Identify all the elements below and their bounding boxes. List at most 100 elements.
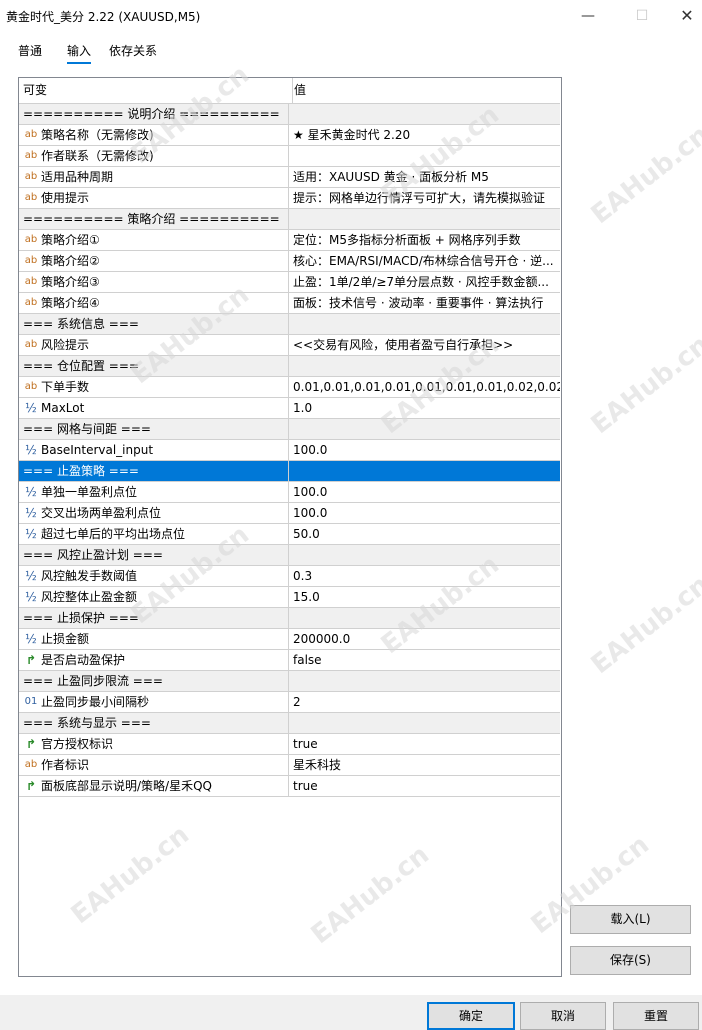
parameter-value-cell[interactable]: [289, 419, 560, 439]
parameter-row[interactable]: ab 下单手数 0.01,0.01,0.01,0.01,0.01,0.01,0.01…: [19, 377, 560, 398]
parameter-row[interactable]: ab 使用提示 提示：网格单边行情浮亏可扩大，请先模拟验证: [19, 188, 560, 209]
parameter-row[interactable]: ½ 单独一单盈利点位 100.0: [19, 482, 560, 503]
parameter-value-cell[interactable]: <<交易有风险，使用者盈亏自行承担>>: [289, 335, 560, 355]
section-row[interactable]: ========== 说明介绍 ==========: [19, 104, 560, 125]
parameter-value-cell[interactable]: [289, 671, 560, 691]
parameter-row[interactable]: ab 作者联系（无需修改): [19, 146, 560, 167]
parameter-value-cell[interactable]: 面板：技术信号 · 波动率 · 重要事件 · 算法执行: [289, 293, 560, 313]
section-row[interactable]: === 系统信息 ===: [19, 314, 560, 335]
parameter-value-cell[interactable]: [289, 356, 560, 376]
parameter-name-cell[interactable]: ½ MaxLot: [19, 398, 289, 418]
parameter-name-cell[interactable]: ½ 风控触发手数阈值: [19, 566, 289, 586]
parameter-row[interactable]: ½ 超过七单后的平均出场点位 50.0: [19, 524, 560, 545]
parameter-name-cell[interactable]: ab 策略介绍④: [19, 293, 289, 313]
parameter-value[interactable]: 核心：EMA/RSI/MACD/布林综合信号开仓 · 逆...: [293, 251, 554, 271]
parameter-value-cell[interactable]: 2: [289, 692, 560, 712]
section-row[interactable]: === 风控止盈计划 ===: [19, 545, 560, 566]
parameter-name-cell[interactable]: ========== 说明介绍 ==========: [19, 104, 289, 124]
parameter-name-cell[interactable]: 01 止盈同步最小间隔秒: [19, 692, 289, 712]
parameter-value-cell[interactable]: ★ 星禾黄金时代 2.20: [289, 125, 560, 145]
minimize-icon[interactable]: —: [565, 0, 611, 32]
parameter-value[interactable]: 0.3: [293, 566, 312, 586]
tab-general[interactable]: 普通: [18, 42, 42, 59]
parameter-row[interactable]: ab 适用品种周期 适用：XAUUSD 黄金 · 面板分析 M5: [19, 167, 560, 188]
parameter-value[interactable]: 100.0: [293, 482, 327, 502]
parameter-value-cell[interactable]: [289, 461, 560, 481]
column-header-value[interactable]: 值: [289, 78, 561, 103]
parameter-name-cell[interactable]: === 网格与间距 ===: [19, 419, 289, 439]
tab-dependencies[interactable]: 依存关系: [109, 42, 157, 59]
parameter-name-cell[interactable]: ab 使用提示: [19, 188, 289, 208]
parameter-value[interactable]: 提示：网格单边行情浮亏可扩大，请先模拟验证: [293, 188, 545, 208]
parameter-value-cell[interactable]: 100.0: [289, 440, 560, 460]
parameter-value[interactable]: 适用：XAUUSD 黄金 · 面板分析 M5: [293, 167, 489, 187]
parameter-value-cell[interactable]: 止盈：1单/2单/≥7单分层点数 · 风控手数金额...: [289, 272, 560, 292]
parameter-value-cell[interactable]: [289, 314, 560, 334]
parameter-value[interactable]: 50.0: [293, 524, 320, 544]
parameter-name-cell[interactable]: ½ 止损金额: [19, 629, 289, 649]
parameter-value-cell[interactable]: 0.3: [289, 566, 560, 586]
parameter-row[interactable]: ab 策略介绍② 核心：EMA/RSI/MACD/布林综合信号开仓 · 逆...: [19, 251, 560, 272]
parameter-value-cell[interactable]: 15.0: [289, 587, 560, 607]
load-button[interactable]: 载入(L): [570, 905, 691, 934]
parameter-name-cell[interactable]: ½ 交叉出场两单盈利点位: [19, 503, 289, 523]
parameter-name-cell[interactable]: ab 作者联系（无需修改): [19, 146, 289, 166]
parameter-row[interactable]: ↱ 官方授权标识 true: [19, 734, 560, 755]
parameter-name-cell[interactable]: ab 作者标识: [19, 755, 289, 775]
parameter-row[interactable]: ↱ 面板底部显示说明/策略/星禾QQ true: [19, 776, 560, 797]
section-row[interactable]: === 网格与间距 ===: [19, 419, 560, 440]
parameter-value-cell[interactable]: [289, 545, 560, 565]
parameter-name-cell[interactable]: ab 策略介绍①: [19, 230, 289, 250]
parameter-value[interactable]: true: [293, 776, 318, 796]
parameter-value-cell[interactable]: 50.0: [289, 524, 560, 544]
parameter-value-cell[interactable]: 适用：XAUUSD 黄金 · 面板分析 M5: [289, 167, 560, 187]
parameter-row[interactable]: ½ 风控整体止盈金额 15.0: [19, 587, 560, 608]
section-row[interactable]: === 止盈同步限流 ===: [19, 671, 560, 692]
parameter-name-cell[interactable]: ab 策略介绍③: [19, 272, 289, 292]
parameter-row[interactable]: ab 风险提示 <<交易有风险，使用者盈亏自行承担>>: [19, 335, 560, 356]
parameter-name-cell[interactable]: === 系统与显示 ===: [19, 713, 289, 733]
close-icon[interactable]: ✕: [664, 0, 702, 32]
parameter-value[interactable]: 100.0: [293, 440, 327, 460]
parameter-value-cell[interactable]: [289, 146, 560, 166]
parameter-name-cell[interactable]: ↱ 官方授权标识: [19, 734, 289, 754]
parameter-name-cell[interactable]: ↱ 是否启动盈保护: [19, 650, 289, 670]
parameter-value-cell[interactable]: true: [289, 776, 560, 796]
parameter-row[interactable]: ab 策略介绍① 定位：M5多指标分析面板 + 网格序列手数: [19, 230, 560, 251]
parameter-value-cell[interactable]: 100.0: [289, 503, 560, 523]
ok-button[interactable]: 确定: [427, 1002, 515, 1030]
parameter-name-cell[interactable]: === 风控止盈计划 ===: [19, 545, 289, 565]
parameter-value[interactable]: 2: [293, 692, 301, 712]
parameter-name-cell[interactable]: ab 策略介绍②: [19, 251, 289, 271]
save-button[interactable]: 保存(S): [570, 946, 691, 975]
parameter-value[interactable]: 1.0: [293, 398, 312, 418]
parameter-row[interactable]: ab 策略介绍③ 止盈：1单/2单/≥7单分层点数 · 风控手数金额...: [19, 272, 560, 293]
section-row[interactable]: === 止盈策略 ===: [19, 461, 560, 482]
section-row[interactable]: === 仓位配置 ===: [19, 356, 560, 377]
parameter-row[interactable]: ½ 交叉出场两单盈利点位 100.0: [19, 503, 560, 524]
parameter-name-cell[interactable]: === 止损保护 ===: [19, 608, 289, 628]
parameter-name-cell[interactable]: ½ BaseInterval_input: [19, 440, 289, 460]
parameter-row[interactable]: ab 策略介绍④ 面板：技术信号 · 波动率 · 重要事件 · 算法执行: [19, 293, 560, 314]
parameter-name-cell[interactable]: ½ 超过七单后的平均出场点位: [19, 524, 289, 544]
parameter-value[interactable]: false: [293, 650, 322, 670]
parameter-value[interactable]: true: [293, 734, 318, 754]
parameter-row[interactable]: ↱ 是否启动盈保护 false: [19, 650, 560, 671]
parameter-value-cell[interactable]: [289, 608, 560, 628]
parameter-row[interactable]: ½ BaseInterval_input 100.0: [19, 440, 560, 461]
parameter-value-cell[interactable]: 0.01,0.01,0.01,0.01,0.01,0.01,0.01,0.02,…: [289, 377, 560, 397]
parameter-row[interactable]: ab 策略名称（无需修改) ★ 星禾黄金时代 2.20: [19, 125, 560, 146]
parameter-value[interactable]: 止盈：1单/2单/≥7单分层点数 · 风控手数金额...: [293, 272, 549, 292]
parameter-value-cell[interactable]: 核心：EMA/RSI/MACD/布林综合信号开仓 · 逆...: [289, 251, 560, 271]
parameter-value-cell[interactable]: 100.0: [289, 482, 560, 502]
parameter-name-cell[interactable]: ab 适用品种周期: [19, 167, 289, 187]
parameter-value[interactable]: 200000.0: [293, 629, 350, 649]
parameter-value-cell[interactable]: [289, 713, 560, 733]
parameter-value[interactable]: ★ 星禾黄金时代 2.20: [293, 125, 410, 145]
parameter-value-cell[interactable]: false: [289, 650, 560, 670]
parameter-row[interactable]: ab 作者标识 星禾科技: [19, 755, 560, 776]
parameter-value-cell[interactable]: [289, 104, 560, 124]
parameter-value[interactable]: <<交易有风险，使用者盈亏自行承担>>: [293, 335, 513, 355]
section-row[interactable]: ========== 策略介绍 ==========: [19, 209, 560, 230]
parameter-value-cell[interactable]: 200000.0: [289, 629, 560, 649]
